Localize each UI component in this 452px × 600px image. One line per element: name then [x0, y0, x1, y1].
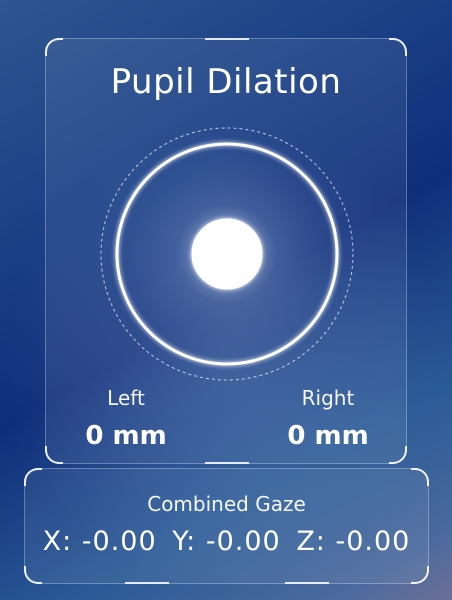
panel-corner-bracket: [389, 38, 407, 56]
panel-edge-tick: [125, 582, 169, 584]
right-eye-label: Right: [301, 386, 355, 410]
panel-edge-tick: [285, 582, 329, 584]
pupil-core: [201, 228, 253, 280]
panel-corner-bracket: [24, 566, 42, 584]
panel-edge-tick: [205, 38, 249, 40]
panel-corner-bracket: [411, 566, 429, 584]
panel-corner-bracket: [24, 468, 42, 486]
panel-edge-tick: [205, 462, 249, 464]
panel-corner-bracket: [45, 38, 63, 56]
left-eye-value: 0 mm: [85, 421, 167, 451]
page-title: Pupil Dilation: [110, 62, 342, 102]
panel-corner-bracket: [411, 468, 429, 486]
gaze-z-value: Z: -0.00: [296, 526, 411, 557]
gaze-y-value: Y: -0.00: [172, 526, 281, 557]
gaze-x-value: X: -0.00: [42, 526, 157, 557]
left-eye-label: Left: [107, 386, 145, 410]
pupil-visualization: [100, 127, 354, 381]
gaze-coordinates: X: -0.00 Y: -0.00 Z: -0.00: [24, 526, 429, 557]
combined-gaze-title: Combined Gaze: [147, 492, 306, 516]
right-eye-value: 0 mm: [287, 421, 369, 451]
